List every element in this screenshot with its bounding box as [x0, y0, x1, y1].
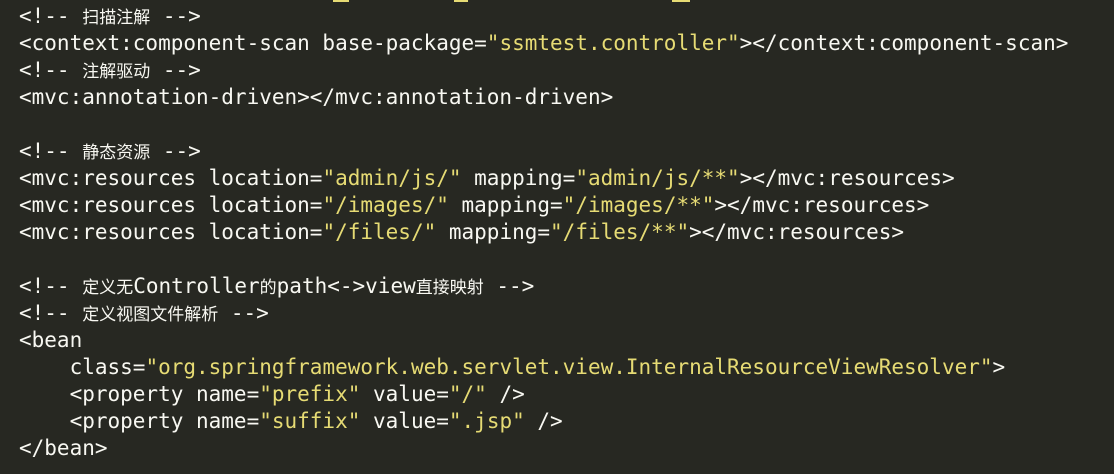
code-token: <bean — [19, 328, 83, 352]
code-token: <mvc:resources location= — [19, 193, 323, 217]
code-line: </bean> — [19, 435, 1068, 462]
string-token: "suffix" — [259, 409, 361, 433]
comment-text: 注解驱动 — [82, 62, 151, 82]
comment-text: 定义无 — [82, 278, 134, 298]
code-token: ></mvc:resources> — [739, 166, 955, 190]
code-token: ></context:component-scan> — [739, 31, 1069, 55]
code-token: value= — [360, 409, 449, 433]
code-token: /> — [524, 409, 563, 433]
code-token: <mvc:resources location= — [19, 220, 323, 244]
string-token: "org.springframework.web.servlet.view.In… — [145, 355, 993, 379]
comment-text: 静态资源 — [82, 143, 151, 163]
code-token: <context:component-scan base-package= — [19, 31, 487, 55]
code-line: <mvc:resources location="/files/" mappin… — [19, 219, 1068, 246]
code-token: <!-- — [19, 58, 83, 82]
string-token: ".jsp" — [448, 409, 525, 433]
code-token: <mvc:resources location= — [19, 166, 323, 190]
code-line: <bean — [19, 327, 1068, 354]
code-token: mapping= — [448, 193, 563, 217]
code-token: <!-- — [19, 139, 83, 163]
code-token: --> — [150, 58, 201, 82]
code-text[interactable]: <!-- 扫描注解 --> <context:component-scan bas… — [19, 3, 1068, 462]
code-token: <mvc:annotation-driven></mvc:annotation-… — [19, 85, 614, 109]
string-token: "/" — [448, 382, 487, 406]
code-token: <!-- — [19, 274, 83, 298]
code-editor[interactable]: <!-- 扫描注解 --> <context:component-scan bas… — [0, 0, 1114, 474]
string-token: "/images/" — [322, 193, 449, 217]
code-line: class="org.springframework.web.servlet.v… — [19, 354, 1068, 381]
code-line: <mvc:annotation-driven></mvc:annotation-… — [19, 84, 1068, 111]
string-token: "/images/**" — [562, 193, 715, 217]
code-token: Controller — [133, 274, 260, 298]
string-token: "/files/" — [322, 220, 437, 244]
comment-text: 直接映射 — [415, 278, 484, 298]
code-token: --> — [483, 274, 535, 298]
string-token: "admin/js/" — [322, 166, 462, 190]
comment-text: 定义视图文件解析 — [82, 305, 219, 325]
code-token: ></mvc:resources> — [714, 193, 930, 217]
string-token: "ssmtest.controller" — [486, 31, 740, 55]
code-line: <context:component-scan base-package="ss… — [19, 30, 1068, 57]
code-token: <property name= — [19, 382, 260, 406]
code-token: path<->view — [276, 274, 416, 298]
string-token: "/files/**" — [550, 220, 690, 244]
code-token: --> — [150, 139, 201, 163]
code-token: --> — [150, 4, 201, 28]
code-line: <!-- 定义无Controller的path<->view直接映射 --> — [19, 273, 1068, 300]
code-token: ></mvc:resources> — [689, 220, 905, 244]
comment-text: 的 — [259, 278, 277, 298]
code-token: </bean> — [19, 436, 108, 460]
code-token: value= — [360, 382, 449, 406]
code-line: <!-- 定义视图文件解析 --> — [19, 300, 1068, 327]
code-token: > — [992, 355, 1006, 379]
code-token: /> — [486, 382, 525, 406]
code-token: <!-- — [19, 4, 83, 28]
code-line: <!-- 注解驱动 --> — [19, 57, 1068, 84]
code-token: mapping= — [461, 166, 576, 190]
code-line: <!-- 扫描注解 --> — [19, 3, 1068, 30]
code-token: <!-- — [19, 301, 83, 325]
code-token: <property name= — [19, 409, 260, 433]
string-token: "admin/js/**" — [575, 166, 740, 190]
code-token: mapping= — [436, 220, 551, 244]
code-line: <mvc:resources location="/images/" mappi… — [19, 192, 1068, 219]
comment-text: 扫描注解 — [82, 8, 151, 28]
code-line: <mvc:resources location="admin/js/" mapp… — [19, 165, 1068, 192]
code-token: --> — [218, 301, 269, 325]
code-line: <!-- 静态资源 --> — [19, 138, 1068, 165]
string-token: "prefix" — [259, 382, 361, 406]
code-token: class= — [19, 355, 146, 379]
code-line: <property name="suffix" value=".jsp" /> — [19, 408, 1068, 435]
code-line: <property name="prefix" value="/" /> — [19, 381, 1068, 408]
